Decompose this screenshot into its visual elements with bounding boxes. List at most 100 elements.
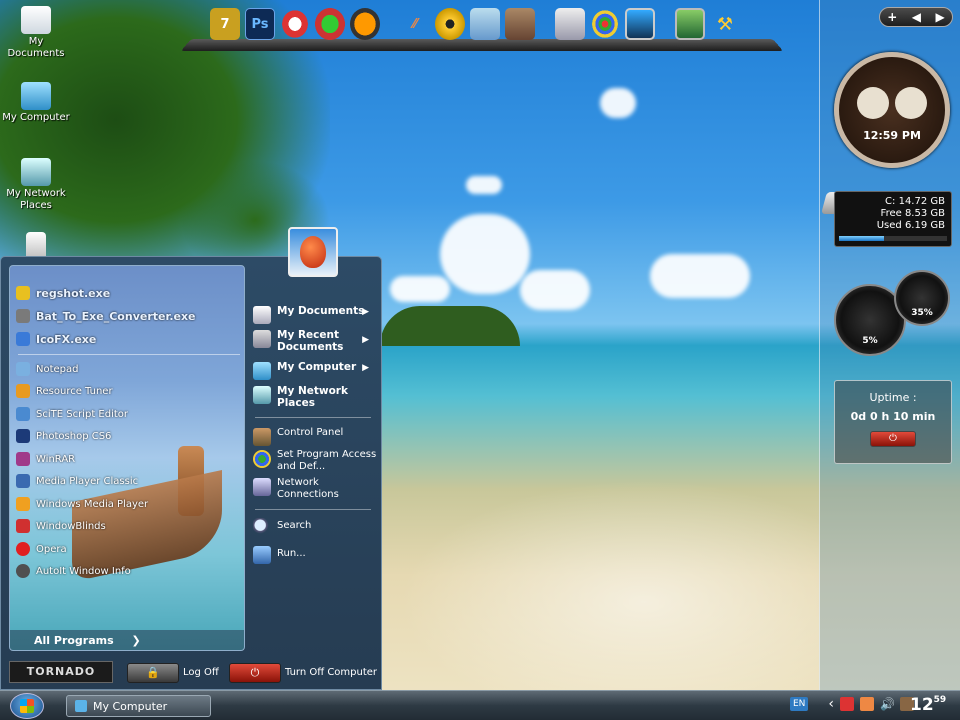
start-menu-footer: TORNADO 🔒 Log Off ⏻ Turn Off Computer <box>1 655 381 689</box>
dock-ccleaner-icon[interactable] <box>280 8 310 40</box>
sidebar-next-button[interactable]: ▶ <box>936 10 945 24</box>
tool-run[interactable]: Run... <box>253 545 377 564</box>
drive-free: Free 8.53 GB <box>880 208 945 219</box>
clock-subdial-right <box>895 87 927 119</box>
gadget-sidebar: + ◀ ▶ 12:59 PM C: 14.72 GB Free 8.53 GB … <box>819 0 960 690</box>
dock-avast-icon[interactable] <box>350 8 380 40</box>
menu-separator <box>255 509 371 510</box>
recent-item-mpc[interactable]: Media Player Classic <box>16 474 138 488</box>
clock-gadget[interactable]: 12:59 PM <box>834 52 950 168</box>
drive-gadget[interactable]: C: 14.72 GB Free 8.53 GB Used 6.19 GB <box>834 191 952 247</box>
recent-item-opera[interactable]: Opera <box>16 542 67 556</box>
recent-item-photoshop[interactable]: Photoshop CS6 <box>16 429 111 443</box>
system-network-connections[interactable]: Network Connections <box>253 477 377 501</box>
recent-item-notepad[interactable]: Notepad <box>16 362 79 376</box>
all-programs-label: All Programs <box>34 634 114 647</box>
dock-display-icon[interactable] <box>675 8 705 40</box>
photoshop-icon <box>16 429 30 443</box>
submenu-arrow-icon: ▶ <box>362 363 369 373</box>
notepad-icon <box>16 362 30 376</box>
system-set-program-access[interactable]: Set Program Access and Def... <box>253 449 377 473</box>
surf-foam <box>380 470 820 690</box>
all-programs-button[interactable]: All Programs ❯ <box>10 630 244 650</box>
start-button[interactable] <box>10 693 44 719</box>
place-my-network-places[interactable]: My Network Places <box>253 385 377 409</box>
recent-item-windowblinds[interactable]: WindowBlinds <box>16 519 106 533</box>
system-control-panel[interactable]: Control Panel <box>253 427 377 446</box>
sidebar-prev-button[interactable]: ◀ <box>912 10 921 24</box>
search-icon <box>253 518 271 536</box>
desktop-icon-my-computer[interactable]: My Computer <box>0 82 72 124</box>
windows-media-player-icon <box>16 497 30 511</box>
menu-separator <box>255 417 371 418</box>
drive-usage-fill <box>839 236 885 241</box>
dock-inkscape-icon[interactable]: ⁄⁄ <box>400 8 430 40</box>
security-tray-icon[interactable] <box>840 697 855 711</box>
dock-tools-icon[interactable]: ⚒ <box>710 8 740 40</box>
taskbar-clock[interactable]: 1259 <box>910 695 946 715</box>
memory-gauge-value: 35% <box>911 308 933 318</box>
pinned-item-icofx[interactable]: IcoFX.exe <box>16 332 96 346</box>
place-my-documents[interactable]: My Documents ▶ <box>253 305 377 324</box>
drive-capacity: C: 14.72 GB <box>885 196 945 207</box>
clock-hour: 12 <box>910 695 934 715</box>
documents-folder-icon <box>21 6 51 34</box>
desktop-icon-label: My Network Places <box>6 188 66 211</box>
dock-screenshot-icon[interactable] <box>505 8 535 40</box>
pinned-item-bat-to-exe[interactable]: Bat_To_Exe_Converter.exe <box>16 309 196 323</box>
language-indicator[interactable]: EN <box>790 697 809 711</box>
windowblinds-icon <box>16 519 30 533</box>
desktop-icon-my-documents[interactable]: My Documents <box>0 6 72 60</box>
recent-item-wmp[interactable]: Windows Media Player <box>16 497 148 511</box>
tray-expand-icon[interactable]: ‹ <box>828 696 834 712</box>
taskbar-item-my-computer[interactable]: My Computer <box>66 695 211 717</box>
computer-icon <box>253 362 271 380</box>
media-player-classic-icon <box>16 474 30 488</box>
pinned-item-regshot[interactable]: regshot.exe <box>16 286 110 300</box>
dock-palette-icon[interactable] <box>590 8 620 40</box>
sidebar-add-button[interactable]: + <box>887 10 897 24</box>
lock-icon: 🔒 <box>146 666 160 679</box>
memory-gauge[interactable]: 35% <box>894 270 950 326</box>
recent-item-scite[interactable]: SciTE Script Editor <box>16 407 128 421</box>
desktop-icon-my-network-places[interactable]: My Network Places <box>0 158 72 212</box>
volume-icon[interactable]: 🔊 <box>880 697 895 711</box>
log-off-button[interactable]: 🔒 <box>127 663 179 683</box>
turn-off-button[interactable]: ⏻ <box>229 663 281 683</box>
cloud <box>520 270 590 310</box>
dock-paint-icon[interactable] <box>315 8 345 40</box>
drive-usage-bar <box>839 236 947 241</box>
system-tray: EN ‹ 🔊 <box>790 696 915 712</box>
network-icon <box>253 386 271 404</box>
power-icon: ⏻ <box>250 666 260 679</box>
sidebar-controls: + ◀ ▶ <box>879 7 953 27</box>
place-my-recent-documents[interactable]: My Recent Documents ▶ <box>253 329 377 353</box>
tool-search[interactable]: Search <box>253 517 377 536</box>
network-icon <box>21 158 51 186</box>
regshot-icon <box>16 286 30 300</box>
menu-separator <box>18 354 240 355</box>
shutdown-button[interactable]: ⏻ <box>870 431 916 447</box>
dock-7zip-icon[interactable]: 7-zip7 <box>210 8 240 40</box>
dock-disc-icon[interactable] <box>435 8 465 40</box>
dock-image-viewer-icon[interactable] <box>470 8 500 40</box>
recent-item-resource-tuner[interactable]: Resource Tuner <box>16 384 113 398</box>
turn-off-label[interactable]: Turn Off Computer <box>285 667 377 678</box>
island <box>380 306 520 346</box>
log-off-label[interactable]: Log Off <box>183 667 219 678</box>
place-my-computer[interactable]: My Computer ▶ <box>253 361 377 380</box>
app-tray-icon[interactable] <box>860 697 875 711</box>
recent-item-autoit[interactable]: AutoIt Window Info <box>16 564 131 578</box>
clock-time: 12:59 PM <box>863 129 921 142</box>
windows-logo-icon <box>20 699 34 713</box>
user-picture[interactable] <box>288 227 338 277</box>
icofx-icon <box>16 332 30 346</box>
uptime-value: 0d 0 h 10 min <box>850 410 936 423</box>
cloud <box>466 176 502 194</box>
recent-item-winrar[interactable]: WinRAR <box>16 452 75 466</box>
dock-calculator-icon[interactable] <box>555 8 585 40</box>
dock-monitor-icon[interactable] <box>625 8 655 40</box>
cloud <box>650 254 750 298</box>
dock-photoshop-icon[interactable]: Ps <box>245 8 275 40</box>
control-panel-icon <box>253 428 271 446</box>
